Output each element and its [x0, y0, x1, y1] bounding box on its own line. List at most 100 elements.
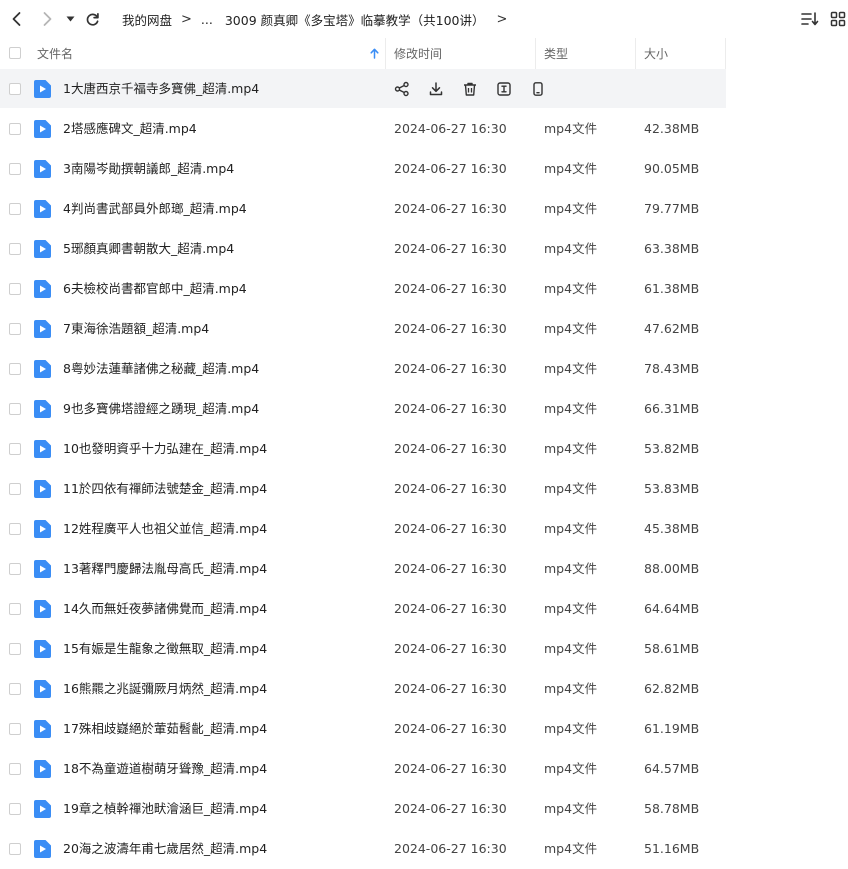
row-checkbox[interactable] — [9, 83, 21, 95]
row-checkbox[interactable] — [9, 563, 21, 575]
row-checkbox[interactable] — [9, 843, 21, 855]
row-checkbox[interactable] — [9, 283, 21, 295]
file-row[interactable]: 5琊顏真卿書朝散大_超清.mp4 2024-06-27 16:30 mp4文件 63.… — [0, 229, 848, 269]
row-checkbox[interactable] — [9, 523, 21, 535]
file-name[interactable]: 13著釋門慶歸法胤母高氏_超清.mp4 — [63, 549, 267, 589]
column-header-name[interactable]: 文件名 — [37, 38, 385, 69]
row-checkbox[interactable] — [9, 603, 21, 615]
file-name[interactable]: 3南陽岑勛撰朝議郎_超清.mp4 — [63, 149, 234, 189]
row-checkbox[interactable] — [9, 243, 21, 255]
row-checkbox[interactable] — [9, 203, 21, 215]
row-checkbox[interactable] — [9, 683, 21, 695]
file-row[interactable]: 7東海徐浩題額_超清.mp4 2024-06-27 16:30 mp4文件 47.62… — [0, 309, 848, 349]
file-row[interactable]: 14久而無妊夜夢諸佛覺而_超清.mp4 2024-06-27 16:30 mp4文件… — [0, 589, 848, 629]
file-name[interactable]: 4判尚書武部員外郎瑯_超清.mp4 — [63, 189, 247, 229]
column-divider[interactable] — [635, 38, 636, 69]
column-header-size[interactable]: 大小 — [644, 38, 724, 69]
file-name[interactable]: 9也多寶佛塔證經之踴現_超清.mp4 — [63, 389, 259, 429]
row-checkbox[interactable] — [9, 123, 21, 135]
file-name[interactable]: 10也發明資乎十力弘建在_超清.mp4 — [63, 429, 267, 469]
column-divider[interactable] — [385, 38, 386, 69]
row-checkbox[interactable] — [9, 763, 21, 775]
breadcrumb-current: 3009 颜真卿《多宝塔》临摹教学（共100讲） — [224, 12, 485, 28]
row-checkbox[interactable] — [9, 483, 21, 495]
file-row[interactable]: 10也發明資乎十力弘建在_超清.mp4 2024-06-27 16:30 mp4文件… — [0, 429, 848, 469]
video-file-icon — [34, 320, 51, 338]
file-name[interactable]: 8粤妙法蓮華諸佛之秘藏_超清.mp4 — [63, 349, 259, 389]
row-checkbox[interactable] — [9, 803, 21, 815]
file-size: 51.16MB — [644, 841, 700, 856]
phone-button[interactable] — [529, 80, 547, 98]
file-row[interactable]: 6夫檢校尚書都官郎中_超清.mp4 2024-06-27 16:30 mp4文件 61… — [0, 269, 848, 309]
column-divider[interactable] — [725, 38, 726, 69]
file-row[interactable]: 2塔感應碑文_超清.mp4 2024-06-27 16:30 mp4文件 42.38M… — [0, 109, 848, 149]
row-checkbox[interactable] — [9, 643, 21, 655]
file-row[interactable]: 18不為童遊道樹萌牙聳豫_超清.mp4 2024-06-27 16:30 mp4文件… — [0, 749, 848, 789]
file-type: mp4文件 — [544, 801, 598, 816]
row-checkbox[interactable] — [9, 403, 21, 415]
file-name[interactable]: 1大唐西京千福寺多寶佛_超清.mp4 — [63, 69, 259, 109]
file-type: mp4文件 — [544, 361, 598, 376]
select-all-checkbox[interactable] — [9, 47, 21, 59]
file-row[interactable]: 9也多寶佛塔證經之踴現_超清.mp4 2024-06-27 16:30 mp4文件 6… — [0, 389, 848, 429]
file-name[interactable]: 18不為童遊道樹萌牙聳豫_超清.mp4 — [63, 749, 267, 789]
sort-options-button[interactable] — [801, 10, 819, 28]
breadcrumb-expand-icon[interactable]: > — [497, 12, 508, 27]
breadcrumb-ellipsis[interactable]: ... — [201, 12, 213, 27]
delete-button[interactable] — [461, 80, 479, 98]
file-name[interactable]: 11於四依有禪師法號楚金_超清.mp4 — [63, 469, 267, 509]
row-checkbox[interactable] — [9, 363, 21, 375]
grid-view-button[interactable] — [829, 10, 847, 28]
forward-button[interactable] — [37, 8, 57, 30]
file-name[interactable]: 14久而無妊夜夢諸佛覺而_超清.mp4 — [63, 589, 267, 629]
share-button[interactable] — [393, 80, 411, 98]
rename-button[interactable] — [495, 80, 513, 98]
file-type: mp4文件 — [544, 481, 598, 496]
file-modified-time: 2024-06-27 16:30 — [394, 521, 507, 536]
file-row[interactable]: 8粤妙法蓮華諸佛之秘藏_超清.mp4 2024-06-27 16:30 mp4文件 7… — [0, 349, 848, 389]
file-type: mp4文件 — [544, 641, 598, 656]
row-checkbox[interactable] — [9, 443, 21, 455]
file-name[interactable]: 19章之楨幹禪池畎澮涵巨_超清.mp4 — [63, 789, 267, 829]
download-button[interactable] — [427, 80, 445, 98]
file-name[interactable]: 7東海徐浩題額_超清.mp4 — [63, 309, 209, 349]
column-divider[interactable] — [535, 38, 536, 69]
row-checkbox[interactable] — [9, 723, 21, 735]
file-row[interactable]: 20海之波濤年甫七歲居然_超清.mp4 2024-06-27 16:30 mp4文件… — [0, 829, 848, 869]
row-checkbox[interactable] — [9, 163, 21, 175]
file-list: 1大唐西京千福寺多寶佛_超清.mp4 2塔感應碑文_超清.mp4 2024-06-2… — [0, 69, 848, 869]
file-row[interactable]: 17殊相歧嶷絕於葷茹髫齔_超清.mp4 2024-06-27 16:30 mp4文件… — [0, 709, 848, 749]
file-row[interactable]: 16熊羆之兆誕彌厥月炳然_超清.mp4 2024-06-27 16:30 mp4文件… — [0, 669, 848, 709]
file-name[interactable]: 5琊顏真卿書朝散大_超清.mp4 — [63, 229, 234, 269]
video-file-icon — [34, 160, 51, 178]
file-row[interactable]: 15有娠是生龍象之徵無取_超清.mp4 2024-06-27 16:30 mp4文件… — [0, 629, 848, 669]
file-name[interactable]: 20海之波濤年甫七歲居然_超清.mp4 — [63, 829, 267, 869]
file-row[interactable]: 19章之楨幹禪池畎澮涵巨_超清.mp4 2024-06-27 16:30 mp4文件… — [0, 789, 848, 829]
file-modified-time: 2024-06-27 16:30 — [394, 481, 507, 496]
file-row[interactable]: 3南陽岑勛撰朝議郎_超清.mp4 2024-06-27 16:30 mp4文件 90.… — [0, 149, 848, 189]
caret-down-icon — [66, 16, 74, 22]
back-button[interactable] — [7, 8, 27, 30]
file-name[interactable]: 6夫檢校尚書都官郎中_超清.mp4 — [63, 269, 247, 309]
column-header-type[interactable]: 类型 — [544, 38, 634, 69]
column-header-modified[interactable]: 修改时间 — [394, 38, 534, 69]
file-row[interactable]: 12姓程廣平人也祖父並信_超清.mp4 2024-06-27 16:30 mp4文件… — [0, 509, 848, 549]
video-file-icon — [34, 800, 51, 818]
refresh-button[interactable] — [82, 8, 102, 30]
file-name[interactable]: 15有娠是生龍象之徵無取_超清.mp4 — [63, 629, 267, 669]
file-row[interactable]: 11於四依有禪師法號楚金_超清.mp4 2024-06-27 16:30 mp4文件… — [0, 469, 848, 509]
file-row[interactable]: 1大唐西京千福寺多寶佛_超清.mp4 — [0, 69, 848, 109]
history-dropdown-button[interactable] — [62, 8, 78, 30]
file-name[interactable]: 12姓程廣平人也祖父並信_超清.mp4 — [63, 509, 267, 549]
file-modified-time: 2024-06-27 16:30 — [394, 121, 507, 136]
file-size: 58.61MB — [644, 641, 700, 656]
row-checkbox[interactable] — [9, 323, 21, 335]
file-name[interactable]: 17殊相歧嶷絕於葷茹髫齔_超清.mp4 — [63, 709, 267, 749]
breadcrumb-root[interactable]: 我的网盘 — [122, 10, 172, 29]
file-row[interactable]: 4判尚書武部員外郎瑯_超清.mp4 2024-06-27 16:30 mp4文件 79… — [0, 189, 848, 229]
file-row[interactable]: 13著釋門慶歸法胤母高氏_超清.mp4 2024-06-27 16:30 mp4文件… — [0, 549, 848, 589]
file-name[interactable]: 16熊羆之兆誕彌厥月炳然_超清.mp4 — [63, 669, 267, 709]
file-name[interactable]: 2塔感應碑文_超清.mp4 — [63, 109, 197, 149]
grid-view-icon — [830, 11, 846, 27]
file-size: 78.43MB — [644, 361, 700, 376]
